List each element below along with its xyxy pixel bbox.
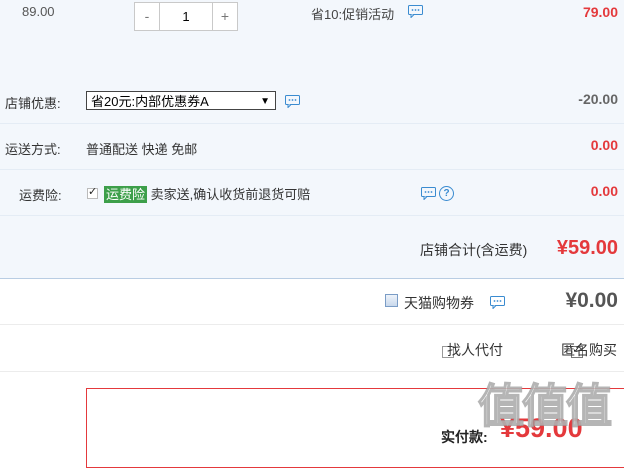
shop-coupon-select[interactable]: 省20元:内部优惠券A ▼	[86, 91, 276, 110]
proxy-pay-label: 找人代付	[447, 342, 503, 358]
anonymous-label: 匿名购买	[561, 342, 617, 358]
insurance-amount: 0.00	[590, 183, 618, 199]
divider	[0, 123, 624, 124]
quantity-stepper[interactable]: - +	[134, 2, 238, 31]
quantity-decrease-button[interactable]: -	[135, 3, 159, 30]
item-subtotal: 79.00	[582, 4, 618, 20]
dropdown-arrow-icon: ▼	[260, 96, 270, 107]
promo-text: 省10:促销活动	[311, 7, 395, 22]
chat-icon[interactable]	[490, 296, 505, 312]
divider	[0, 169, 624, 170]
shop-total-amount: ¥59.00	[556, 237, 618, 259]
insurance-label: 运费险:	[19, 188, 62, 203]
chat-icon[interactable]	[421, 187, 436, 203]
insurance-checkbox[interactable]	[87, 185, 98, 200]
divider	[0, 324, 624, 325]
chat-icon[interactable]	[285, 95, 300, 111]
insurance-text: 运费险 卖家送,确认收货前退货可赔	[104, 184, 310, 203]
pay-label: 实付款:	[441, 429, 488, 445]
shop-coupon-amount: -20.00	[578, 91, 618, 107]
divider	[0, 371, 624, 372]
insurance-badge: 运费险	[104, 186, 148, 203]
unit-price: 89.00	[22, 4, 55, 19]
shop-coupon-label: 店铺优惠:	[5, 96, 61, 111]
shipping-label: 运送方式:	[5, 142, 61, 157]
tmall-coupon-label: 天猫购物券	[404, 295, 474, 311]
item-row: 89.00 - + 省10:促销活动 79.00	[0, 0, 624, 79]
tmall-coupon-checkbox[interactable]	[385, 294, 398, 307]
insurance-description: 卖家送,确认收货前退货可赔	[150, 187, 311, 202]
quantity-increase-button[interactable]: +	[213, 3, 237, 30]
shop-total-label: 店铺合计(含运费)	[420, 242, 528, 258]
shipping-value: 普通配送 快递 免邮	[86, 142, 198, 157]
divider	[0, 215, 624, 216]
chat-icon[interactable]	[408, 5, 423, 21]
divider	[0, 278, 624, 279]
help-icon[interactable]: ?	[439, 186, 454, 201]
pay-amount: ¥59.00	[500, 413, 583, 443]
quantity-input[interactable]	[159, 3, 213, 30]
tmall-coupon-amount: ¥0.00	[565, 289, 618, 312]
shipping-amount: 0.00	[590, 137, 618, 153]
shop-coupon-selected: 省20元:内部优惠券A	[91, 94, 209, 109]
